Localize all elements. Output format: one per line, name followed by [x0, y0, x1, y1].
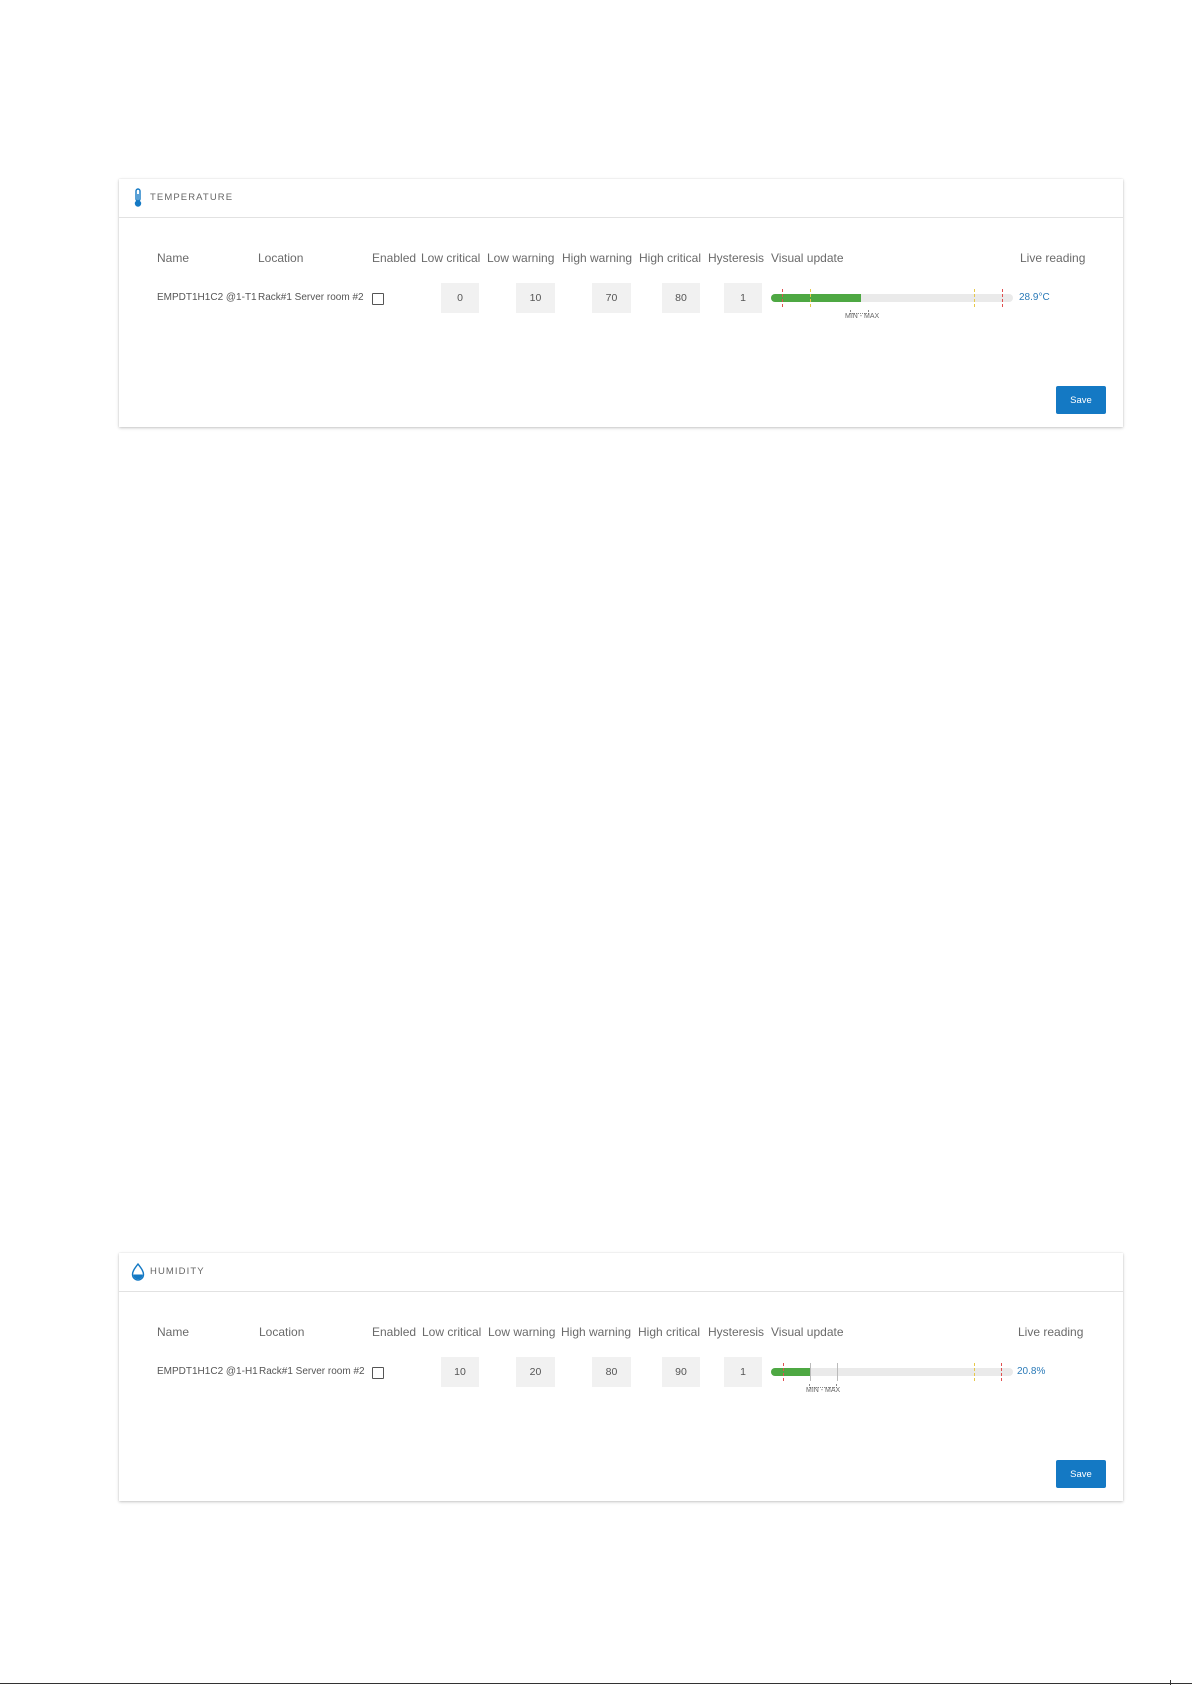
column-header-hysteresis: Hysteresis [708, 1325, 765, 1339]
live-reading-value: 20.8% [1017, 1366, 1046, 1377]
high-warning-input[interactable] [592, 283, 631, 313]
column-header-visual-update: Visual update [771, 251, 844, 265]
sensor-name: EMPDT1H1C2 @1-H1 [157, 1366, 258, 1377]
low-warning-marker [810, 289, 811, 307]
high-warning-marker [974, 1363, 975, 1381]
hysteresis-input[interactable] [724, 1357, 762, 1387]
humidity-card-header: HUMIDITY [119, 1253, 1123, 1292]
high-critical-input[interactable] [662, 1357, 700, 1387]
column-header-name: Name [157, 1325, 190, 1339]
hysteresis-marker [837, 1363, 838, 1381]
page-bottom-rule [0, 1683, 1192, 1684]
high-critical-marker [1001, 1363, 1002, 1381]
sensor-location: Rack#1 Server room #2 [258, 292, 364, 303]
low-warning-input[interactable] [516, 283, 555, 313]
column-header-location: Location [258, 251, 304, 265]
high-warning-marker [974, 289, 975, 307]
visual-update-bar-fill [771, 294, 861, 302]
column-header-name: Name [157, 251, 190, 265]
low-warning-marker [810, 1363, 811, 1381]
enabled-checkbox[interactable] [372, 1367, 384, 1379]
save-button[interactable]: Save [1056, 1460, 1106, 1488]
low-warning-input[interactable] [516, 1357, 555, 1387]
live-reading-value: 28.9°C [1019, 292, 1050, 303]
column-header-high-warning: High warning [561, 1325, 632, 1339]
column-header-live-reading: Live reading [1020, 251, 1086, 265]
visual-update-bar-fill [771, 1368, 810, 1376]
column-header-location: Location [259, 1325, 305, 1339]
visual-update-bar [771, 289, 1013, 307]
sensor-name: EMPDT1H1C2 @1-T1 [157, 292, 257, 303]
high-critical-input[interactable] [662, 283, 700, 313]
humidity-card-title: HUMIDITY [150, 1266, 205, 1277]
column-header-high-warning: High warning [562, 251, 633, 265]
temperature-card: TEMPERATURE Name Location Enabled Low cr… [119, 179, 1123, 427]
column-header-low-warning: Low warning [487, 251, 555, 265]
page-bottom-mark [1170, 1680, 1171, 1685]
column-header-low-warning: Low warning [488, 1325, 556, 1339]
column-header-enabled: Enabled [372, 1325, 417, 1339]
low-critical-marker [782, 289, 783, 307]
hysteresis-input[interactable] [724, 283, 762, 313]
column-header-live-reading: Live reading [1018, 1325, 1084, 1339]
high-critical-marker [1002, 289, 1003, 307]
humidity-card: HUMIDITY Name Location Enabled Low criti… [119, 1253, 1123, 1501]
column-header-low-critical: Low critical [421, 251, 481, 265]
minmax-label: MIN - MAX [845, 313, 880, 320]
sensor-location: Rack#1 Server room #2 [259, 1366, 365, 1377]
column-header-visual-update: Visual update [771, 1325, 844, 1339]
enabled-checkbox[interactable] [372, 293, 384, 305]
column-header-hysteresis: Hysteresis [708, 251, 765, 265]
temperature-card-header: TEMPERATURE [119, 179, 1123, 218]
high-warning-input[interactable] [592, 1357, 631, 1387]
low-critical-marker [783, 1363, 784, 1381]
save-button[interactable]: Save [1056, 386, 1106, 414]
minmax-label: MIN - MAX [806, 1387, 841, 1394]
visual-update-bar [771, 1363, 1013, 1381]
thermometer-icon [134, 188, 142, 207]
column-header-high-critical: High critical [639, 251, 702, 265]
low-critical-input[interactable] [441, 1357, 479, 1387]
column-header-high-critical: High critical [638, 1325, 701, 1339]
column-header-enabled: Enabled [372, 251, 417, 265]
water-drop-icon [131, 1262, 145, 1281]
temperature-card-title: TEMPERATURE [150, 192, 234, 203]
low-critical-input[interactable] [441, 283, 479, 313]
column-header-low-critical: Low critical [422, 1325, 482, 1339]
